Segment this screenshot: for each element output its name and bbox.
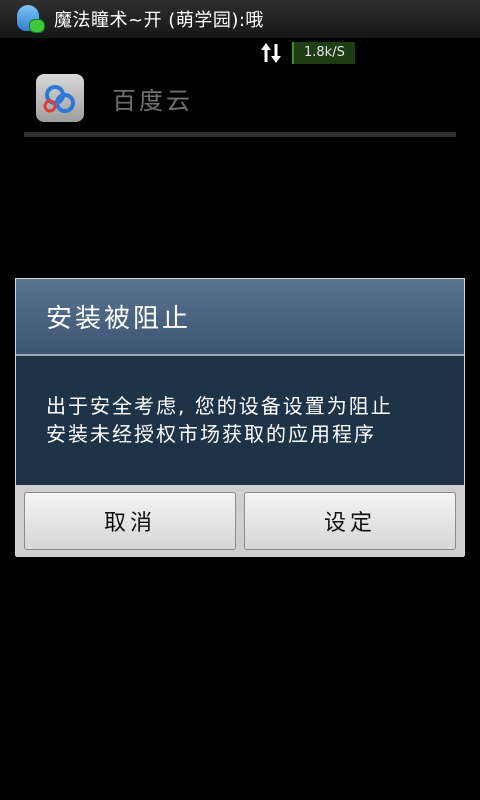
dialog-message: 出于安全考虑, 您的设备设置为阻止 安装未经授权市场获取的应用程序 (16, 356, 464, 485)
net-speed: 1.8k/S (292, 42, 355, 64)
baidu-cloud-icon (36, 74, 84, 122)
app-name: 百度云 (112, 86, 193, 115)
app-row: 百度云 (36, 74, 193, 122)
divider (24, 132, 456, 137)
dialog-buttons: 取消 设定 (16, 485, 464, 557)
install-blocked-dialog: 安装被阻止 出于安全考虑, 您的设备设置为阻止 安装未经授权市场获取的应用程序 … (15, 278, 465, 557)
qq-icon (14, 4, 45, 34)
notification-text: 魔法瞳术~开 (萌学园):哦 (54, 10, 264, 31)
dialog-message-line1: 出于安全考虑, 您的设备设置为阻止 (46, 394, 393, 418)
cancel-button[interactable]: 取消 (24, 492, 236, 550)
dialog-header: 安装被阻止 (16, 279, 464, 356)
updown-arrows-icon (261, 43, 281, 63)
dialog-title: 安装被阻止 (46, 304, 192, 334)
network-indicator: 1.8k/S (258, 40, 355, 66)
settings-button[interactable]: 设定 (244, 492, 456, 550)
dialog-message-line2: 安装未经授权市场获取的应用程序 (46, 422, 376, 446)
status-bar: 魔法瞳术~开 (萌学园):哦 (0, 0, 480, 38)
